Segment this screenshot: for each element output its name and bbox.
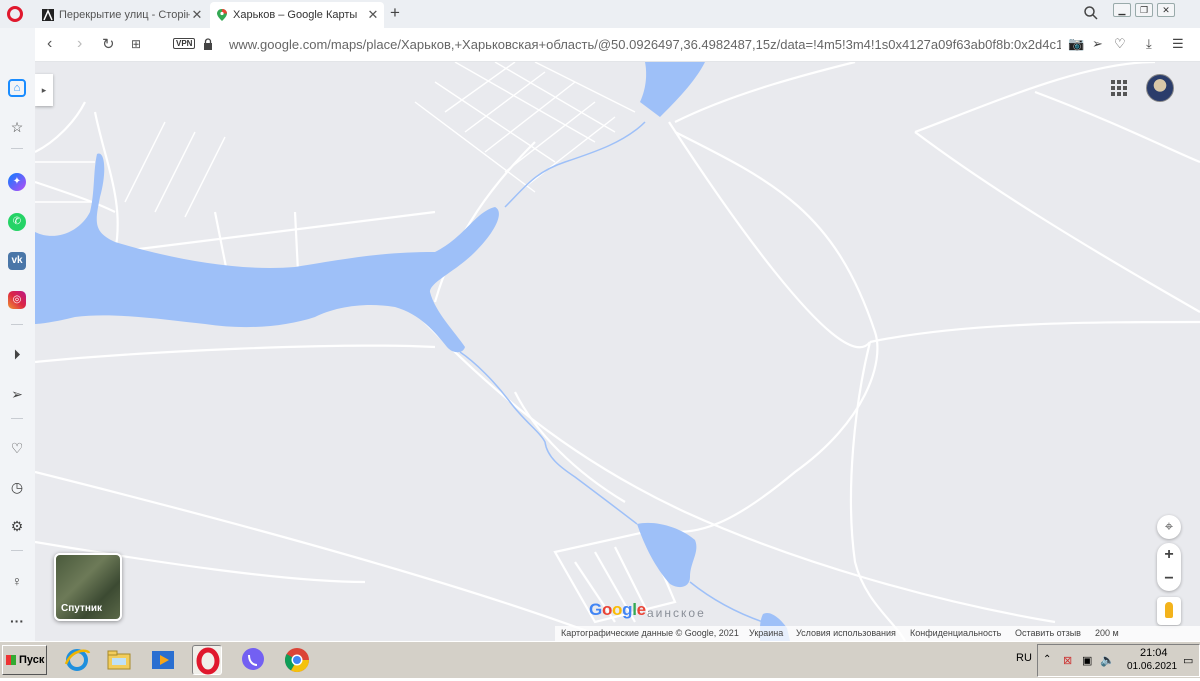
media-player-icon[interactable] — [148, 645, 178, 675]
bookmark-heart-icon[interactable]: ♡ — [1114, 36, 1126, 52]
restore-icon[interactable]: ❐ — [1135, 3, 1153, 17]
player-icon[interactable]: ⏵ — [8, 345, 26, 363]
network-icon[interactable]: ▣ — [1082, 654, 1092, 667]
settings-icon[interactable]: ⚙ — [8, 517, 26, 535]
my-location-icon[interactable]: ⌖ — [1157, 515, 1181, 539]
collapse-side-panel-button[interactable]: ▸ — [35, 74, 53, 106]
search-tabs-icon[interactable] — [1083, 5, 1099, 21]
downloads-icon[interactable]: ⤓ — [1146, 36, 1152, 52]
opera-icon[interactable] — [192, 645, 222, 675]
close-tab-icon[interactable]: ✕ — [366, 7, 380, 23]
tab-title: Харьков – Google Карты — [233, 9, 358, 21]
country-link[interactable]: Украина — [749, 628, 783, 638]
zoom-in-button[interactable]: + — [1157, 543, 1181, 567]
map-canvas[interactable]: ▸ Спутник ⌖ + − Google аинское Картограф… — [35, 62, 1200, 641]
satellite-label: Спутник — [61, 603, 103, 614]
vk-icon[interactable]: vk — [8, 252, 26, 270]
opera-menu-icon[interactable] — [7, 6, 23, 22]
opera-sidebar: ⌂ ☆ ✦ ✆ vk ◎ ⏵ ➢ ♡ ◷ ⚙ ♀ ··· — [0, 28, 35, 641]
speed-dial-icon[interactable]: ⊞ — [131, 37, 141, 51]
map-data-credit: Картографические данные © Google, 2021 — [561, 628, 739, 638]
heart-icon[interactable]: ♡ — [8, 439, 26, 457]
instagram-icon[interactable]: ◎ — [8, 291, 26, 309]
tray-expand-icon[interactable]: ⌃ — [1043, 654, 1051, 665]
feedback-link[interactable]: Оставить отзыв — [1015, 628, 1081, 638]
tab-bar: Перекрытие улиц - Сторінк ✕ Харьков – Go… — [0, 0, 1200, 28]
whatsapp-icon[interactable]: ✆ — [8, 213, 26, 231]
place-label: аинское — [647, 606, 706, 620]
forward-icon[interactable]: › — [77, 35, 82, 53]
vpn-badge[interactable]: VPN — [173, 38, 196, 49]
tab-google-maps[interactable]: Харьков – Google Карты ✕ — [210, 2, 384, 28]
tab-street-closures[interactable]: Перекрытие улиц - Сторінк ✕ — [36, 2, 208, 28]
back-icon[interactable]: ‹ — [47, 35, 52, 53]
google-logo-letter: o — [612, 600, 623, 619]
close-tab-icon[interactable]: ✕ — [190, 7, 204, 23]
taskbar: Пуск RU ⌃ ⊠ ▣ 🔈 ▭ 21:04 01.06.2021 — [0, 641, 1200, 678]
bulb-icon[interactable]: ♀ — [8, 572, 26, 590]
clock-time[interactable]: 21:04 — [1140, 647, 1168, 659]
google-logo-letter: e — [636, 600, 646, 619]
zoom-out-button[interactable]: − — [1157, 567, 1181, 591]
url-input[interactable]: www.google.com/maps/place/Харьков,+Харьк… — [229, 37, 1061, 52]
maps-pin-icon — [217, 9, 227, 21]
language-indicator[interactable]: RU — [1016, 652, 1032, 664]
zoom-control: + − — [1157, 543, 1181, 591]
google-logo: Google — [589, 600, 646, 620]
account-avatar[interactable] — [1146, 74, 1174, 102]
send-icon[interactable]: ➢ — [8, 385, 26, 403]
streams — [459, 121, 764, 623]
start-button[interactable]: Пуск — [2, 645, 47, 675]
snapshot-icon[interactable]: 📷 — [1068, 36, 1084, 52]
explorer-icon[interactable] — [104, 645, 134, 675]
reload-icon[interactable]: ↻ — [102, 35, 115, 53]
site-favicon-icon — [42, 9, 54, 21]
chrome-icon[interactable] — [282, 645, 312, 675]
easy-setup-icon[interactable]: ☰ — [1172, 36, 1184, 52]
google-logo-letter: o — [601, 600, 613, 619]
minimize-icon[interactable]: ▁ — [1113, 3, 1131, 17]
tab-title: Перекрытие улиц - Сторінк — [59, 9, 190, 21]
privacy-link[interactable]: Конфиденциальность — [910, 628, 1001, 638]
more-icon[interactable]: ··· — [8, 612, 26, 630]
sidebar-divider — [11, 550, 23, 551]
history-icon[interactable]: ◷ — [8, 478, 26, 496]
ie-icon[interactable] — [62, 645, 92, 675]
home-icon[interactable]: ⌂ — [8, 79, 26, 97]
notifications-icon[interactable]: ▭ — [1183, 654, 1193, 667]
sidebar-divider — [11, 324, 23, 325]
start-label: Пуск — [19, 654, 45, 666]
terms-link[interactable]: Условия использования — [796, 628, 896, 638]
pegman-icon[interactable] — [1157, 597, 1181, 625]
new-tab-button[interactable]: + — [390, 3, 400, 23]
google-apps-icon[interactable] — [1111, 80, 1127, 96]
satellite-layer-button[interactable]: Спутник — [54, 553, 122, 621]
water-bodies — [35, 62, 790, 641]
network-error-icon[interactable]: ⊠ — [1063, 654, 1072, 667]
windows-logo-icon — [6, 655, 16, 665]
lock-icon[interactable] — [203, 38, 213, 50]
sidebar-divider — [11, 148, 23, 149]
viber-icon[interactable] — [238, 645, 268, 675]
address-bar: ‹ › ↻ ⊞ VPN www.google.com/maps/place/Ха… — [35, 28, 1200, 62]
residential-grid — [35, 62, 636, 243]
volume-icon[interactable]: 🔈 — [1100, 653, 1115, 667]
clock-date[interactable]: 01.06.2021 — [1127, 661, 1177, 672]
bookmarks-icon[interactable]: ☆ — [8, 118, 26, 136]
close-window-icon[interactable]: ✕ — [1157, 3, 1175, 17]
google-logo-letter: G — [589, 600, 602, 619]
sidebar-divider — [11, 418, 23, 419]
messenger-icon[interactable]: ✦ — [8, 173, 26, 191]
send-page-icon[interactable]: ➢ — [1092, 36, 1103, 52]
scale-label[interactable]: 200 м — [1095, 628, 1119, 638]
map-graphics — [35, 62, 1200, 641]
roads — [35, 62, 1200, 641]
attribution-bar: Картографические данные © Google, 2021 У… — [555, 626, 1200, 641]
google-logo-letter: g — [622, 600, 633, 619]
